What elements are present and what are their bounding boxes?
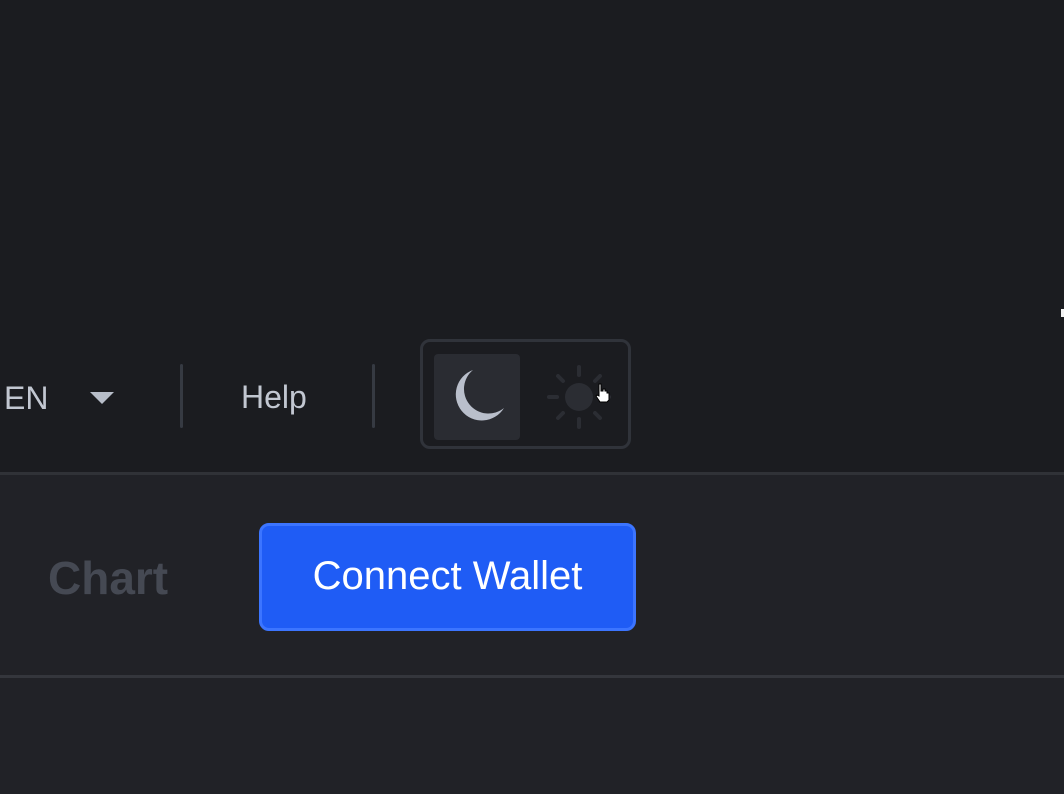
language-selector[interactable]: EN [0, 370, 130, 426]
chevron-down-icon [90, 392, 114, 404]
tab-chart[interactable]: Chart [48, 553, 168, 603]
language-value: EN [4, 380, 49, 416]
divider [372, 364, 375, 428]
divider [0, 675, 1064, 678]
toolbar [0, 472, 1064, 794]
moon-icon [455, 370, 504, 421]
header-area: EN Help [0, 0, 1064, 472]
theme-dark-option[interactable] [434, 354, 520, 440]
connect-wallet-button[interactable]: Connect Wallet [259, 523, 636, 631]
divider [180, 364, 183, 428]
pointer-cursor-icon [595, 383, 610, 403]
help-link[interactable]: Help [241, 380, 307, 414]
